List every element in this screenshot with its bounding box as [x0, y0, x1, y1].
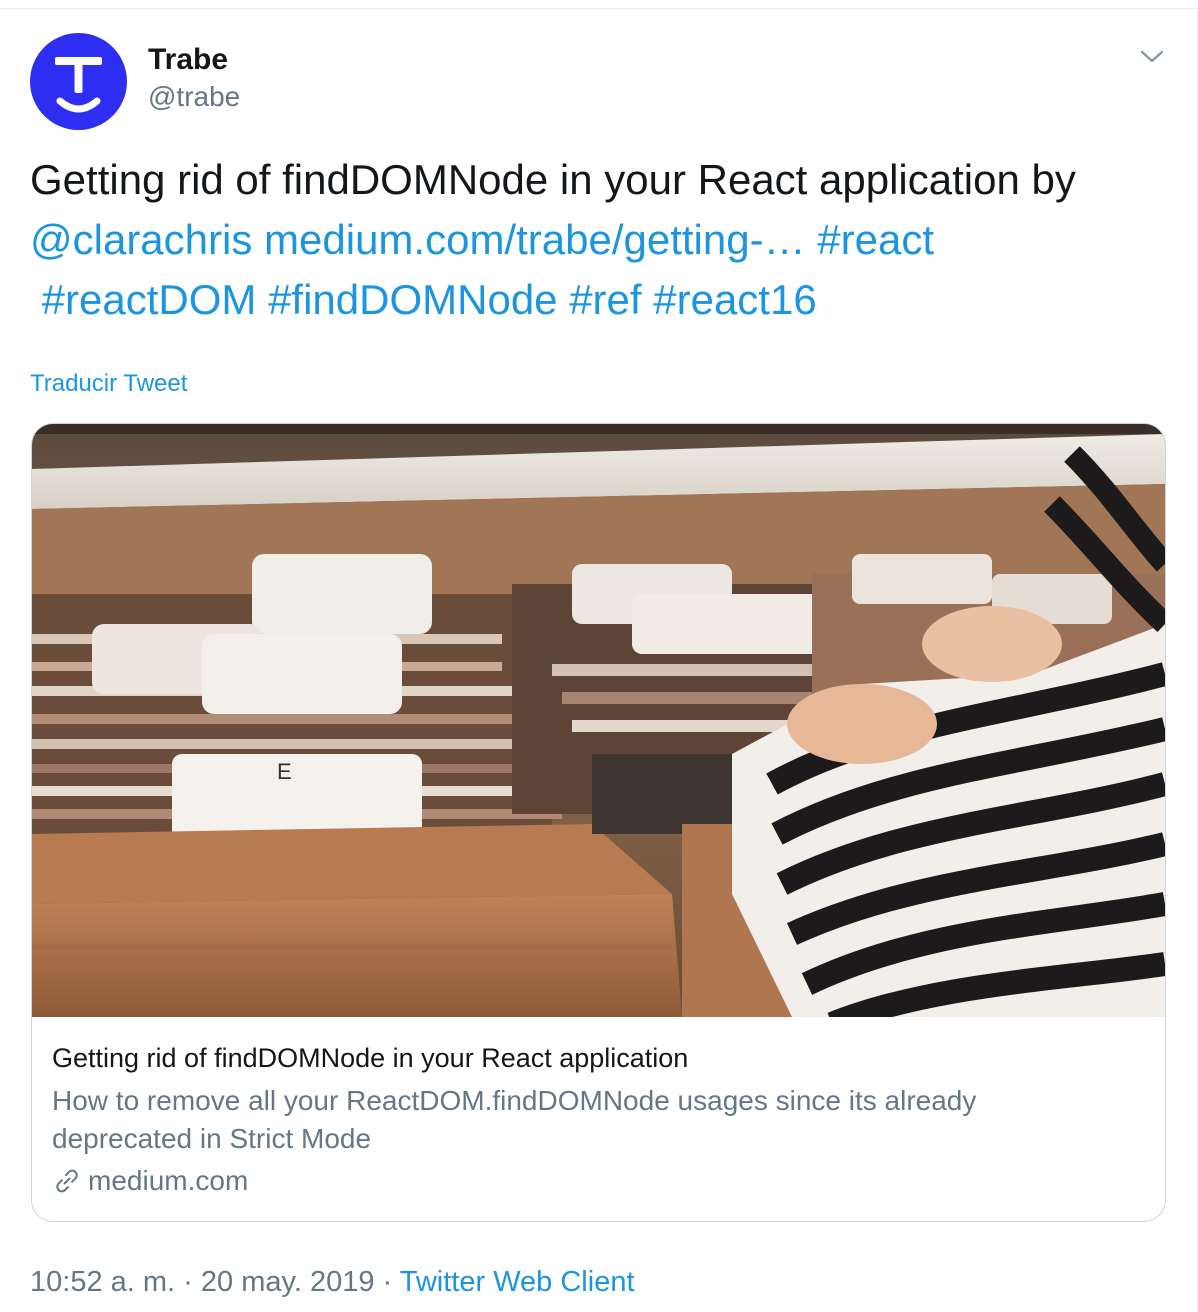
link-preview-card[interactable]: E Getting rid of findDOMNode in your Rea…	[31, 423, 1166, 1222]
card-domain-text: medium.com	[88, 1165, 249, 1196]
tweet-text: Getting rid of findDOMNode in your React…	[30, 150, 1170, 330]
url-link[interactable]: medium.com/trabe/getting-…	[264, 216, 806, 263]
card-title: Getting rid of findDOMNode in your React…	[52, 1043, 689, 1073]
translate-tweet-link[interactable]: Traducir Tweet	[30, 368, 187, 400]
hashtag-link[interactable]: #ref	[569, 276, 641, 323]
meta-separator: ·	[183, 1266, 193, 1298]
hashtag-link[interactable]: #findDOMNode	[268, 276, 557, 323]
tweet-date[interactable]: 20 may. 2019	[201, 1266, 375, 1298]
tweet-time[interactable]: 10:52 a. m.	[30, 1266, 175, 1298]
record-crates-photo[interactable]: E	[32, 424, 1165, 1017]
tweet-text-plain: Getting rid of findDOMNode in your React…	[30, 156, 1076, 203]
account-name[interactable]: Trabe	[148, 42, 228, 78]
hashtag-link[interactable]: #reactDOM	[42, 276, 257, 323]
svg-text:E: E	[277, 759, 292, 784]
link-icon	[52, 1166, 82, 1196]
avatar[interactable]	[30, 33, 127, 130]
tweet-metadata: 10:52 a. m. · 20 may. 2019 · Twitter Web…	[30, 1264, 635, 1300]
hashtag-link[interactable]: #react	[817, 216, 934, 263]
card-domain: medium.com	[52, 1162, 248, 1200]
hashtag-link[interactable]: #react16	[653, 276, 816, 323]
mention-link[interactable]: @clarachris	[30, 216, 252, 263]
chevron-down-icon[interactable]	[1136, 42, 1168, 70]
top-divider	[0, 8, 1198, 9]
trabe-logo-icon	[55, 57, 102, 113]
account-handle[interactable]: @trabe	[148, 80, 240, 114]
meta-separator: ·	[382, 1266, 393, 1298]
card-description: How to remove all your ReactDOM.findDOMN…	[52, 1085, 977, 1154]
client-link[interactable]: Twitter Web Client	[400, 1266, 635, 1298]
